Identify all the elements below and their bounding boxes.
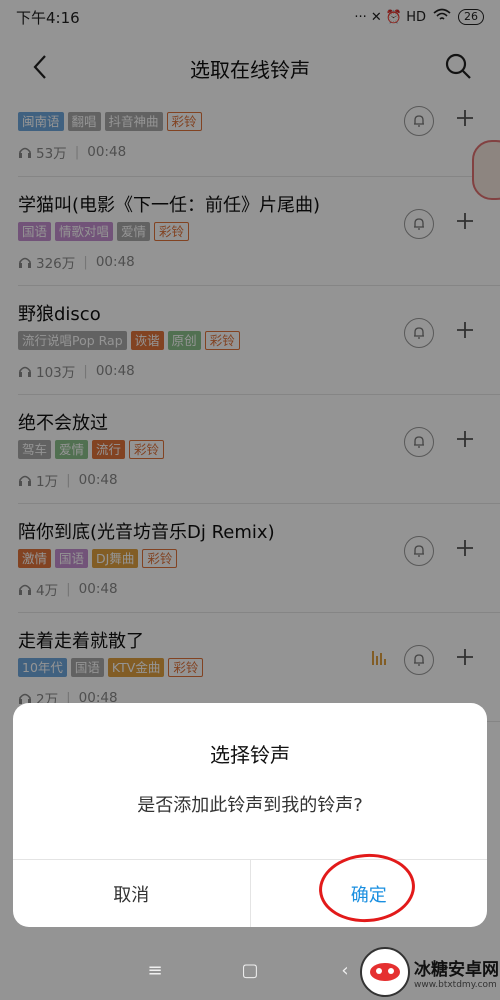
watermark-name: 冰糖安卓网 (414, 959, 499, 980)
watermark-url: www.btxtdmy.com (414, 979, 497, 990)
watermark-text: 冰糖安卓网 www.btxtdmy.com (414, 955, 499, 990)
confirm-button[interactable]: 确定 (251, 850, 488, 927)
menu-nav-icon[interactable]: ≡ (145, 960, 165, 981)
cancel-button[interactable]: 取消 (13, 860, 251, 927)
watermark: 冰糖安卓网 www.btxtdmy.com (360, 944, 500, 1000)
red-circle-annotation (316, 850, 417, 926)
dialog-buttons: 取消 确定 (13, 850, 488, 927)
home-nav-icon[interactable]: ▢ (240, 960, 260, 981)
watermark-logo-icon (360, 947, 410, 997)
select-ringtone-dialog: 选择铃声 是否添加此铃声到我的铃声? 取消 确定 (13, 703, 487, 927)
dialog-title: 选择铃声 (210, 743, 290, 767)
back-nav-icon[interactable]: ‹ (335, 960, 355, 981)
dialog-message: 是否添加此铃声到我的铃声? (137, 795, 363, 816)
